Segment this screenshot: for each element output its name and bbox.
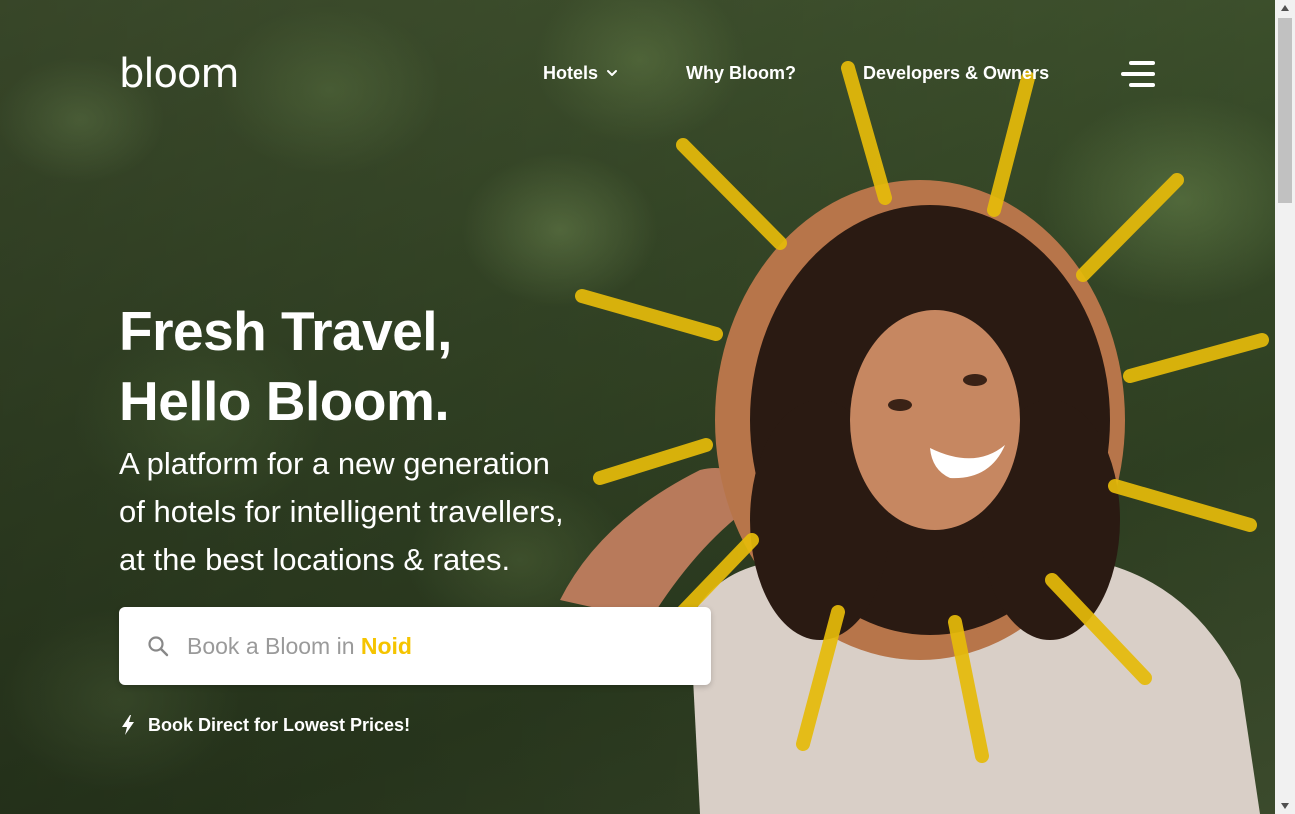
headline-line-2: Hello Bloom.: [119, 370, 450, 432]
subheading-line-2: of hotels for intelligent travellers,: [119, 494, 564, 529]
search-placeholder: Book a Bloom in Noid: [187, 633, 412, 660]
promo-text: Book Direct for Lowest Prices!: [148, 714, 411, 735]
nav-hotels-label: Hotels: [543, 63, 599, 83]
nav-why-bloom[interactable]: Why Bloom?: [686, 62, 796, 84]
scroll-down-arrow-icon[interactable]: [1275, 798, 1295, 814]
scroll-thumb[interactable]: [1278, 18, 1292, 203]
promo-tagline: Book Direct for Lowest Prices!: [120, 714, 410, 736]
nav-hotels[interactable]: Hotels: [543, 62, 618, 84]
lightning-bolt-icon: [122, 715, 134, 735]
search-icon: [148, 636, 169, 657]
search-prefix: Book a Bloom in: [187, 632, 361, 659]
bloom-logo[interactable]: bloom: [119, 52, 239, 96]
page-scrollbar[interactable]: [1275, 0, 1295, 814]
subheading-line-3: at the best locations & rates.: [119, 542, 511, 577]
menu-icon[interactable]: [1121, 59, 1157, 89]
hero-subheading: A platform for a new generation of hotel…: [119, 440, 564, 584]
hotel-search-input[interactable]: Book a Bloom in Noid: [119, 607, 711, 685]
headline-line-1: Fresh Travel,: [119, 300, 452, 362]
chevron-down-icon: [607, 70, 618, 76]
hero-headline: Fresh Travel, Hello Bloom.: [119, 296, 452, 436]
search-city: Noid: [360, 632, 412, 659]
subheading-line-1: A platform for a new generation: [119, 446, 550, 481]
hero-photo: [560, 61, 1269, 814]
nav-developers-owners[interactable]: Developers & Owners: [863, 62, 1049, 84]
scroll-up-arrow-icon[interactable]: [1275, 0, 1295, 16]
